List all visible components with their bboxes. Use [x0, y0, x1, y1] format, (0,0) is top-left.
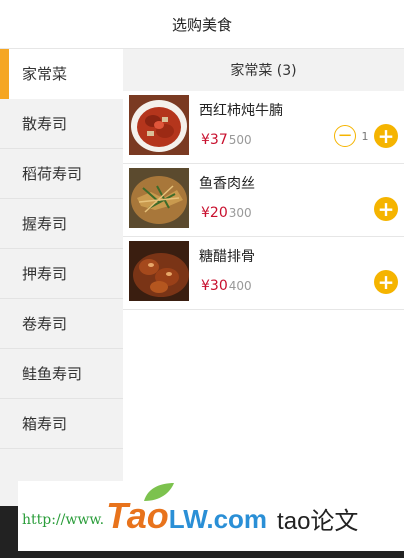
leaf-icon [144, 483, 175, 501]
original-price: 400 [228, 279, 252, 293]
current-price: ¥30 [201, 278, 228, 294]
current-price: ¥37 [201, 132, 228, 148]
category-sidebar: 家常菜 散寿司 稻荷寿司 握寿司 押寿司 卷寿司 鲑鱼寿司 箱寿司 [0, 49, 123, 506]
sidebar-item-inari[interactable]: 稻荷寿司 [0, 149, 123, 199]
sidebar-item-oshi[interactable]: 押寿司 [0, 249, 123, 299]
sidebar-item-home-cooking[interactable]: 家常菜 [0, 49, 123, 99]
food-item[interactable]: 西红柿炖牛腩 ¥37500 − 1 + [123, 91, 404, 164]
food-name: 糖醋排骨 [199, 249, 255, 265]
plus-icon: + [377, 197, 395, 221]
minus-button[interactable]: − [334, 125, 356, 147]
sidebar-item-label: 箱寿司 [22, 415, 68, 433]
current-price: ¥20 [201, 205, 228, 221]
food-name: 鱼香肉丝 [199, 176, 255, 192]
sidebar-item-maki[interactable]: 卷寿司 [0, 299, 123, 349]
sidebar-item-label: 稻荷寿司 [22, 165, 83, 183]
food-price: ¥30400 [201, 278, 252, 294]
plus-icon: + [377, 270, 395, 294]
category-header: 家常菜 (3) [123, 49, 404, 91]
food-item[interactable]: 鱼香肉丝 ¥20300 + [123, 164, 404, 237]
plus-button[interactable]: + [374, 197, 398, 221]
food-photo [129, 168, 189, 228]
food-list-panel: 家常菜 (3) 西红柿炖牛腩 ¥37500 − 1 + 鱼香肉丝 ¥20300 … [123, 49, 404, 506]
plus-icon: + [377, 124, 395, 148]
food-photo [129, 95, 189, 155]
food-photo [129, 241, 189, 301]
sidebar-item-label: 散寿司 [22, 115, 68, 133]
top-bar: 选购美食 [0, 0, 404, 49]
category-title: 家常菜 (3) [230, 63, 297, 79]
watermark-tagline: tao论文 [277, 507, 359, 535]
original-price: 300 [228, 206, 252, 220]
sidebar-item-salmon[interactable]: 鲑鱼寿司 [0, 349, 123, 399]
minus-icon: − [337, 125, 353, 146]
watermark-domain: LW.com [168, 503, 268, 534]
watermark: http://www. Tao LW.com tao论文 [18, 481, 404, 551]
plus-button[interactable]: + [374, 270, 398, 294]
sidebar-item-label: 卷寿司 [22, 315, 68, 333]
page-title: 选购美食 [171, 15, 232, 34]
food-name: 西红柿炖牛腩 [199, 103, 283, 119]
food-item[interactable]: 糖醋排骨 ¥30400 + [123, 237, 404, 310]
watermark-url: http://www. [22, 512, 105, 528]
sidebar-item-label: 押寿司 [22, 265, 68, 283]
quantity-stepper: − 1 + [334, 124, 398, 148]
watermark-logo: Tao [106, 483, 175, 537]
food-price: ¥37500 [201, 132, 252, 148]
sidebar-item-label: 握寿司 [22, 215, 68, 233]
sidebar-item-label: 鲑鱼寿司 [22, 365, 83, 383]
quantity-stepper: + [374, 270, 398, 294]
plus-button[interactable]: + [374, 124, 398, 148]
sidebar-item-chirashi[interactable]: 散寿司 [0, 99, 123, 149]
sidebar-item-nigiri[interactable]: 握寿司 [0, 199, 123, 249]
food-price: ¥20300 [201, 205, 252, 221]
quantity-value: 1 [361, 129, 369, 143]
sidebar-item-label: 家常菜 [22, 65, 68, 83]
original-price: 500 [228, 133, 252, 147]
sidebar-item-hako[interactable]: 箱寿司 [0, 399, 123, 449]
quantity-stepper: + [374, 197, 398, 221]
